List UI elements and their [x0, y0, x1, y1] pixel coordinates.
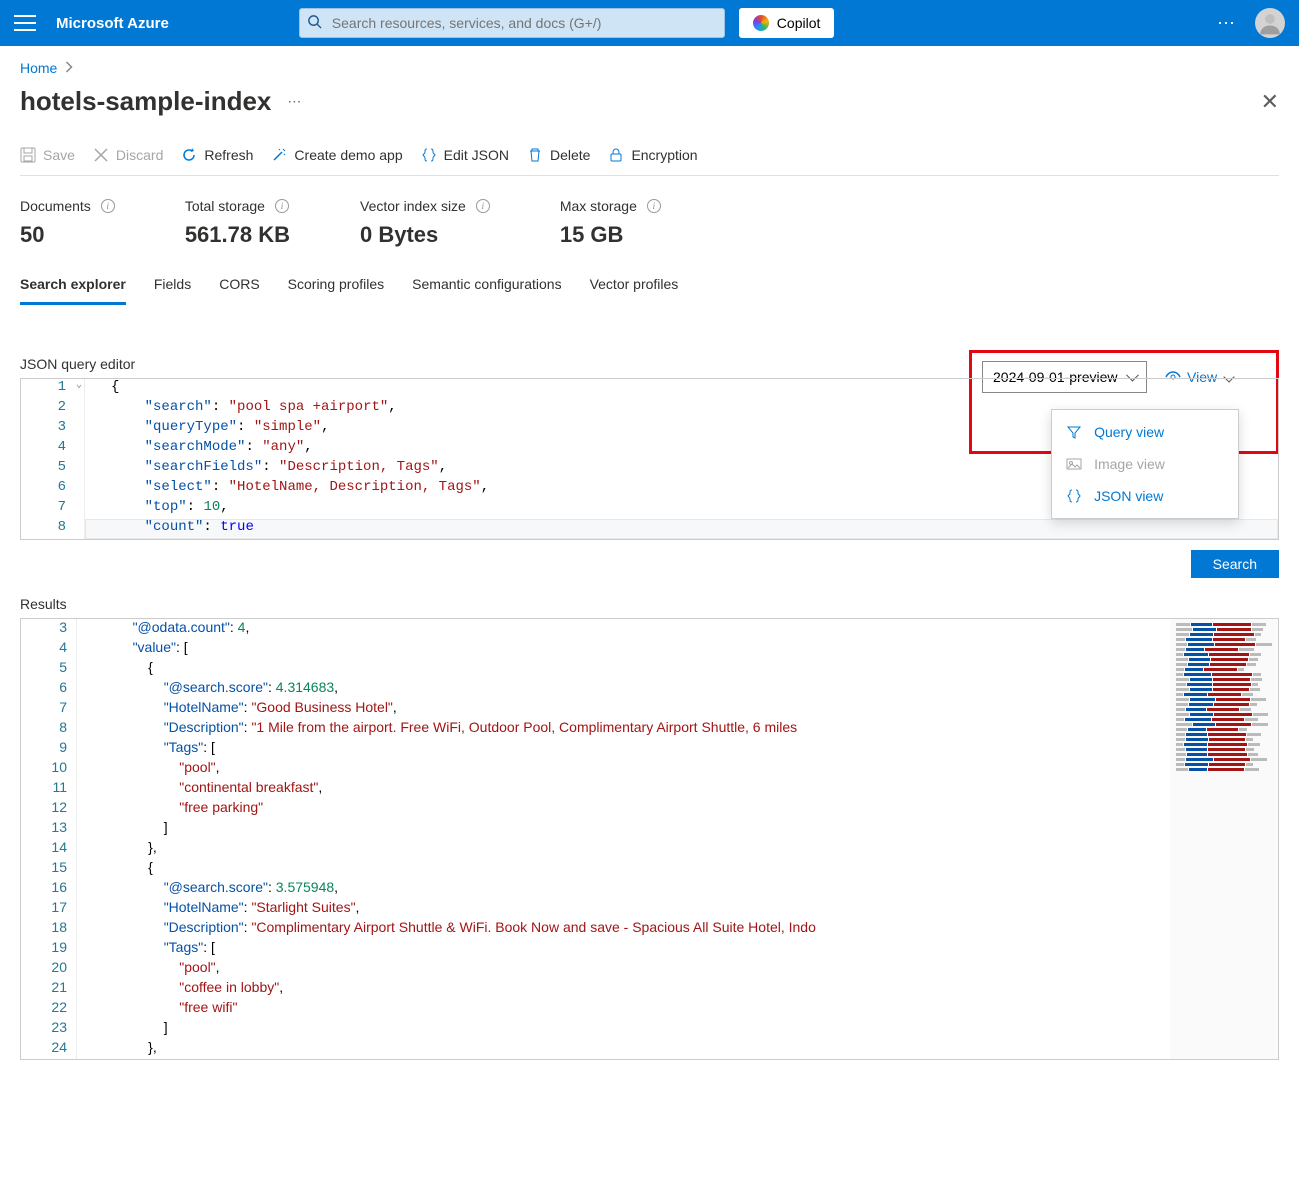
- stat-documents: Documentsi 50: [20, 198, 115, 248]
- image-icon: [1066, 456, 1082, 472]
- stat-total-storage: Total storagei 561.78 KB: [185, 198, 290, 248]
- user-avatar[interactable]: [1255, 8, 1285, 38]
- search-button[interactable]: Search: [1191, 550, 1279, 578]
- tab-fields[interactable]: Fields: [154, 276, 191, 305]
- page-title: hotels-sample-index: [20, 86, 271, 117]
- menu-item-json-view[interactable]: JSON view: [1052, 480, 1238, 512]
- encryption-button[interactable]: Encryption: [608, 147, 697, 163]
- info-icon[interactable]: i: [476, 199, 490, 213]
- search-icon: [307, 14, 322, 32]
- brand-label[interactable]: Microsoft Azure: [56, 15, 169, 32]
- copilot-icon: [753, 15, 769, 31]
- close-icon[interactable]: ✕: [1261, 89, 1279, 115]
- stats-row: Documentsi 50 Total storagei 561.78 KB V…: [20, 198, 1279, 248]
- more-menu-icon[interactable]: ⋯: [1217, 13, 1237, 34]
- minimap[interactable]: [1170, 619, 1278, 1059]
- info-icon[interactable]: i: [647, 199, 661, 213]
- azure-top-bar: Microsoft Azure Copilot ⋯: [0, 0, 1299, 46]
- command-bar: Save Discard Refresh Create demo app Edi…: [20, 147, 1279, 176]
- create-demo-app-button[interactable]: Create demo app: [271, 147, 402, 163]
- save-icon: [20, 147, 36, 163]
- chevron-right-icon: [65, 60, 74, 76]
- discard-button[interactable]: Discard: [93, 147, 163, 163]
- global-search-input[interactable]: [299, 8, 725, 38]
- view-dropdown-menu: Query view Image view JSON view: [1051, 409, 1239, 519]
- breadcrumb-home-link[interactable]: Home: [20, 60, 57, 76]
- edit-json-button[interactable]: Edit JSON: [421, 147, 509, 163]
- braces-icon: [421, 147, 437, 163]
- tab-vector[interactable]: Vector profiles: [590, 276, 679, 305]
- breadcrumb: Home: [20, 60, 1279, 76]
- results-label: Results: [20, 596, 1279, 612]
- wand-icon: [271, 147, 287, 163]
- braces-icon: [1066, 488, 1082, 504]
- info-icon[interactable]: i: [275, 199, 289, 213]
- refresh-icon: [181, 147, 197, 163]
- info-icon[interactable]: i: [101, 199, 115, 213]
- copilot-label: Copilot: [777, 15, 821, 31]
- stat-vector-index: Vector index sizei 0 Bytes: [360, 198, 490, 248]
- results-viewer[interactable]: 3 "@odata.count": 4,4 "value": [5 {6 "@s…: [20, 618, 1279, 1060]
- hamburger-menu-icon[interactable]: [14, 15, 36, 31]
- stat-max-storage: Max storagei 15 GB: [560, 198, 661, 248]
- index-tabs: Search explorer Fields CORS Scoring prof…: [20, 276, 1279, 306]
- save-button[interactable]: Save: [20, 147, 75, 163]
- filter-icon: [1066, 424, 1082, 440]
- tab-cors[interactable]: CORS: [219, 276, 259, 305]
- delete-button[interactable]: Delete: [527, 147, 590, 163]
- trash-icon: [527, 147, 543, 163]
- copilot-button[interactable]: Copilot: [739, 8, 835, 38]
- tab-search-explorer[interactable]: Search explorer: [20, 276, 126, 305]
- menu-item-image-view[interactable]: Image view: [1052, 448, 1238, 480]
- title-more-icon[interactable]: ⋯: [287, 93, 303, 110]
- discard-icon: [93, 147, 109, 163]
- tab-semantic[interactable]: Semantic configurations: [412, 276, 561, 305]
- tab-scoring[interactable]: Scoring profiles: [288, 276, 385, 305]
- refresh-button[interactable]: Refresh: [181, 147, 253, 163]
- lock-icon: [608, 147, 624, 163]
- menu-item-query-view[interactable]: Query view: [1052, 416, 1238, 448]
